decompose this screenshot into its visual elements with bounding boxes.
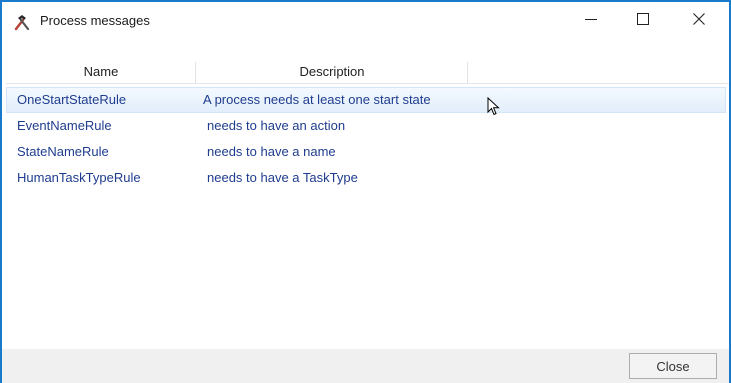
column-divider[interactable] — [467, 62, 468, 83]
rule-name: OneStartStateRule — [17, 92, 127, 107]
rule-description: needs to have a name — [207, 144, 336, 159]
rule-name: HumanTaskTypeRule — [17, 170, 141, 185]
list-item[interactable]: OneStartStateRule A process needs at lea… — [6, 87, 726, 113]
rule-name: EventNameRule — [17, 118, 112, 133]
list-item[interactable]: StateNameRule needs to have a name — [6, 140, 726, 166]
minimize-button[interactable] — [568, 2, 614, 40]
column-header-description[interactable]: Description — [196, 62, 468, 83]
mouse-pointer-icon — [487, 96, 501, 117]
rule-name: StateNameRule — [17, 144, 109, 159]
list-header: Name Description — [6, 62, 729, 84]
close-icon — [693, 12, 705, 30]
process-messages-window: Process messages Name Description OneSta… — [0, 0, 731, 383]
window-title: Process messages — [40, 13, 150, 28]
close-button[interactable]: Close — [629, 353, 717, 379]
list-item[interactable]: HumanTaskTypeRule needs to have a TaskTy… — [6, 166, 726, 192]
dialog-footer: Close — [2, 349, 729, 383]
column-header-name[interactable]: Name — [6, 62, 196, 83]
maximize-icon — [637, 12, 649, 30]
hammer-tools-icon — [13, 13, 31, 31]
rule-description: A process needs at least one start state — [203, 92, 431, 107]
maximize-button[interactable] — [620, 2, 666, 40]
messages-list[interactable]: Name Description OneStartStateRule A pro… — [2, 57, 729, 349]
minimize-icon — [585, 12, 597, 30]
rule-description: needs to have an action — [207, 118, 346, 133]
list-item[interactable]: EventNameRule needs to have an action — [6, 114, 726, 140]
window-close-button[interactable] — [676, 2, 722, 40]
title-bar[interactable]: Process messages — [2, 2, 729, 40]
rule-description: needs to have a TaskType — [207, 170, 358, 185]
